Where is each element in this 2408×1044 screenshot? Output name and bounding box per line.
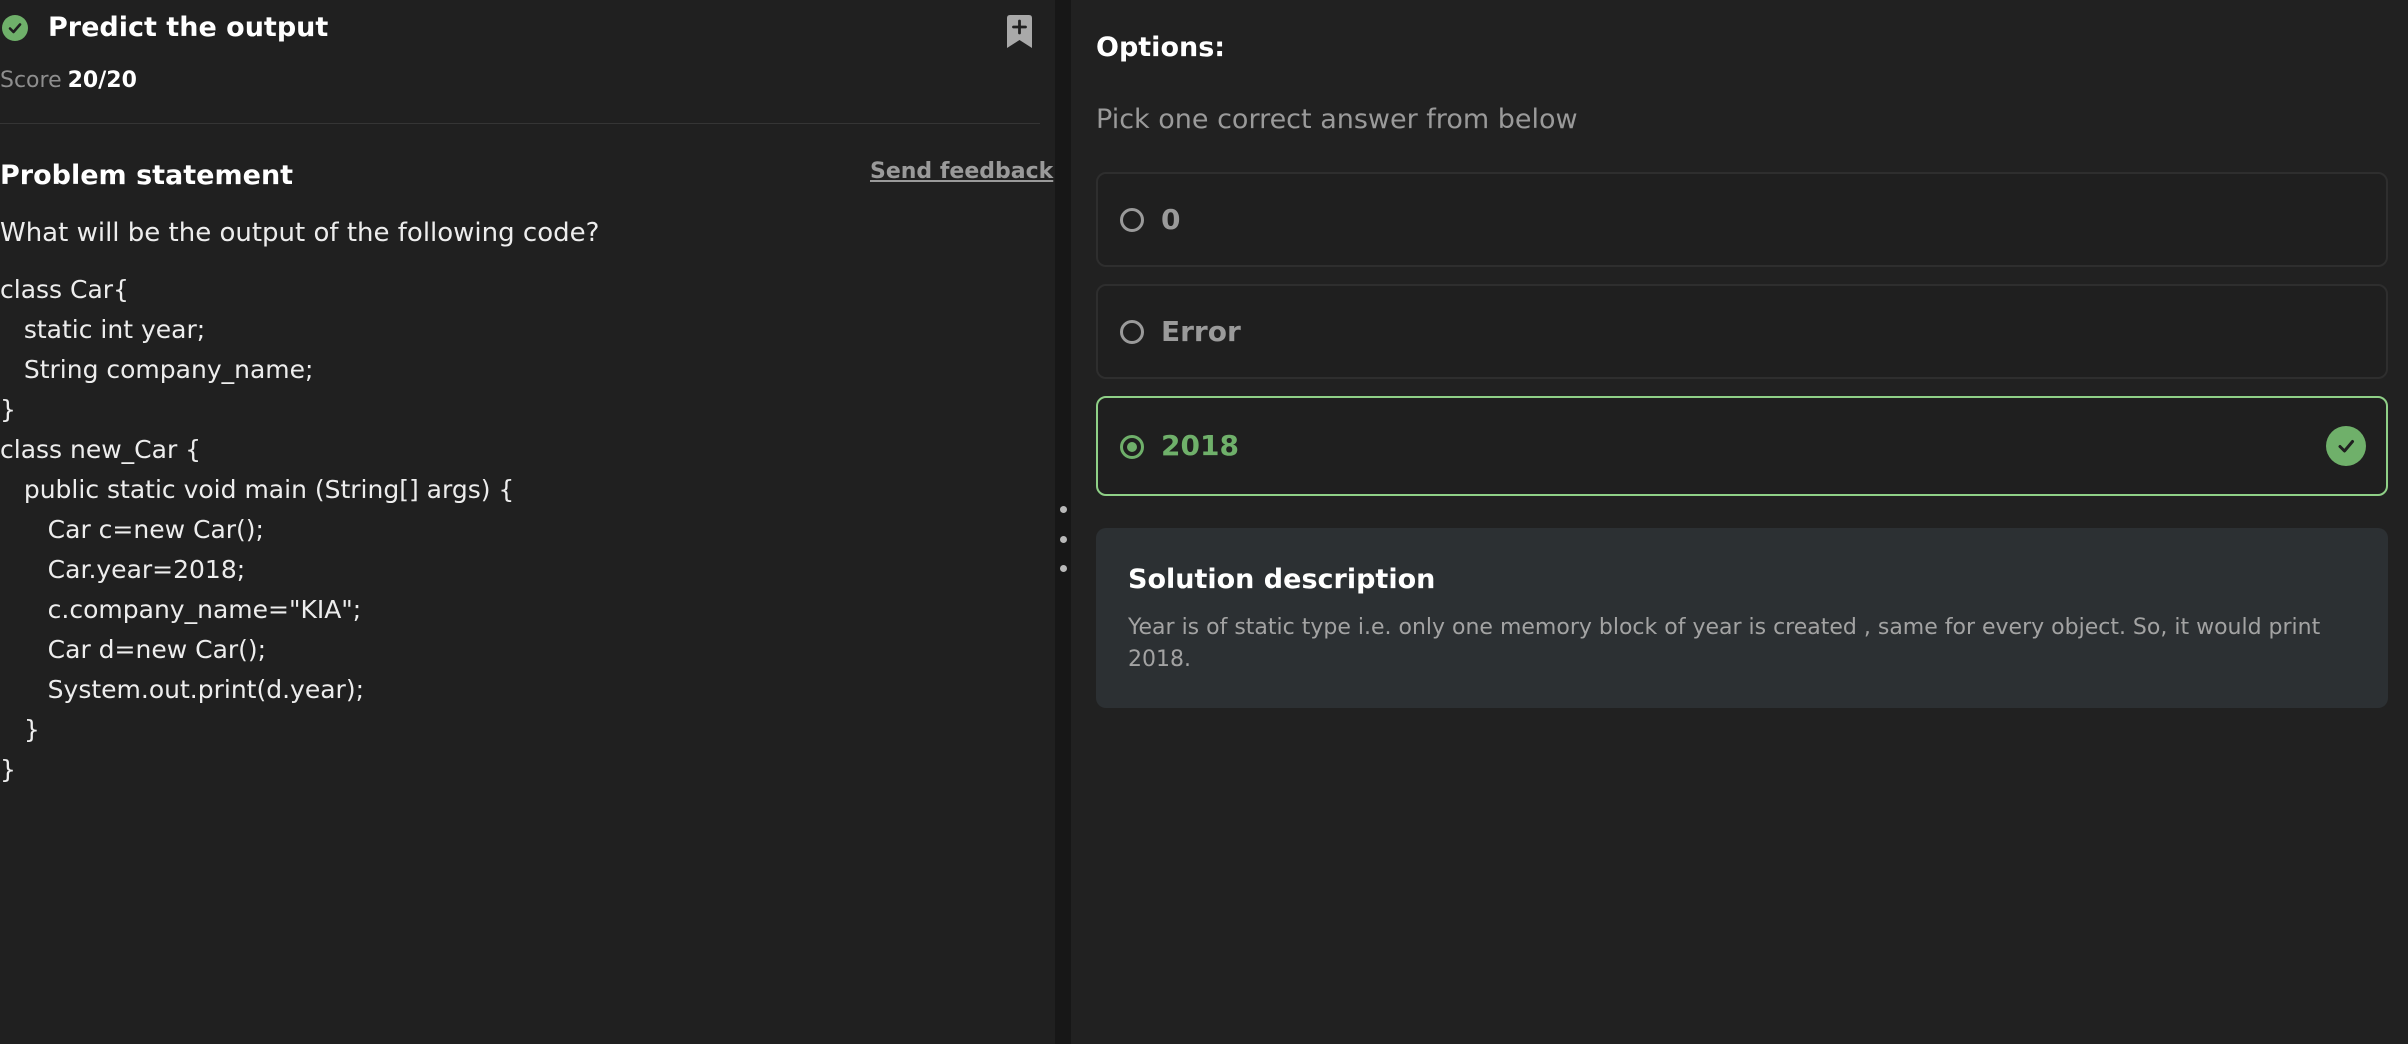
code-line: Car.year=2018;	[0, 555, 246, 584]
code-line: class Car{	[0, 275, 129, 304]
score-value: 20/20	[67, 68, 137, 93]
code-line: Car c=new Car();	[0, 515, 264, 544]
drag-handle-icon[interactable]	[1058, 506, 1068, 572]
code-line: String company_name;	[0, 355, 314, 384]
option-label: Error	[1161, 315, 1241, 348]
code-line: class new_Car {	[0, 435, 202, 464]
question-pane: Predict the output Score 20/20 Problem st…	[0, 0, 1055, 1044]
score-label: Score	[0, 68, 62, 93]
radio-button[interactable]	[1120, 208, 1144, 232]
code-line: }	[0, 755, 16, 784]
send-feedback-link[interactable]: Send feedback	[870, 159, 1053, 184]
option-label: 0	[1161, 203, 1181, 236]
code-line: public static void main (String[] args) …	[0, 475, 515, 504]
page: Predict the output Score 20/20 Problem st…	[0, 0, 2408, 1044]
check-circle-icon	[2, 15, 28, 41]
radio-button[interactable]	[1120, 435, 1144, 459]
code-line: System.out.print(d.year);	[0, 675, 365, 704]
option-0[interactable]: 0	[1096, 172, 2388, 267]
question-title: Predict the output	[48, 12, 329, 43]
code-line: c.company_name="KIA";	[0, 595, 362, 624]
solution-description: Solution description Year is of static t…	[1096, 528, 2388, 708]
problem-statement-heading: Problem statement	[0, 160, 294, 191]
solution-title: Solution description	[1128, 564, 1436, 595]
question-text: What will be the output of the following…	[0, 218, 600, 248]
radio-button[interactable]	[1120, 320, 1144, 344]
code-line: }	[0, 395, 16, 424]
check-circle-icon	[2326, 426, 2366, 466]
score: Score 20/20	[0, 68, 137, 93]
bookmark-add-icon[interactable]	[1005, 14, 1034, 50]
options-pane: Options: Pick one correct answer from be…	[1071, 0, 2408, 1044]
options-title: Options:	[1096, 32, 1226, 63]
code-line: }	[0, 715, 40, 744]
options-instruction: Pick one correct answer from below	[1096, 104, 1578, 135]
code-block: class Car{ static int year; String compa…	[0, 270, 514, 790]
code-line: static int year;	[0, 315, 206, 344]
option-2[interactable]: 2018	[1096, 396, 2388, 496]
option-1[interactable]: Error	[1096, 284, 2388, 379]
code-line: Car d=new Car();	[0, 635, 267, 664]
divider	[0, 123, 1040, 124]
solution-text: Year is of static type i.e. only one mem…	[1128, 615, 2321, 672]
option-label: 2018	[1161, 429, 1239, 462]
